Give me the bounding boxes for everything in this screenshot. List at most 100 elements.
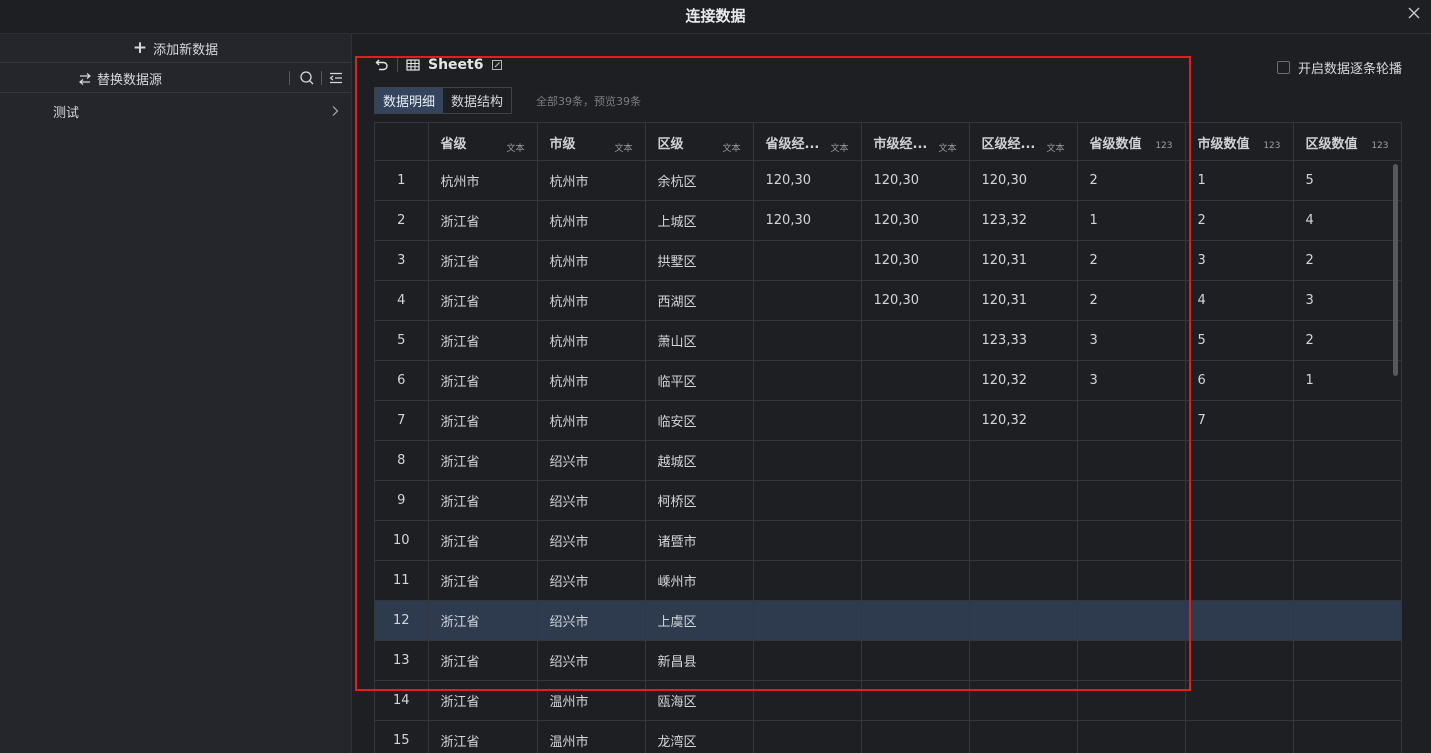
column-header[interactable]: 区级数值 123: [1293, 122, 1402, 161]
replace-source-button[interactable]: 替换数据源: [78, 69, 162, 88]
table-cell: [969, 680, 1078, 721]
table-row[interactable]: 7 浙江省 杭州市 临安区 120,32 7: [375, 400, 1402, 441]
table-cell: 新昌县: [645, 640, 754, 681]
column-header[interactable]: 省级 文本: [428, 122, 538, 161]
table-cell: 杭州市: [537, 160, 646, 201]
table-row[interactable]: 11 浙江省 绍兴市 嵊州市: [375, 560, 1402, 601]
replace-source-label: 替换数据源: [97, 73, 163, 88]
table-cell: [753, 360, 862, 401]
table-cell: 浙江省: [428, 600, 538, 641]
table-cell: 龙湾区: [645, 720, 754, 753]
column-header-label: 市级经...: [873, 137, 928, 152]
table-cell: 123,33: [969, 320, 1078, 361]
search-icon[interactable]: [299, 70, 315, 86]
table-row[interactable]: 3 浙江省 杭州市 拱墅区 120,30 120,31 2 3 2: [375, 240, 1402, 281]
table-cell: [861, 520, 970, 561]
table-cell: 温州市: [537, 720, 646, 753]
table-cell: 浙江省: [428, 360, 538, 401]
table-cell: [1293, 680, 1402, 721]
column-header-label: 省级: [440, 137, 467, 152]
undo-icon[interactable]: [375, 58, 389, 72]
table-cell: 120,31: [969, 280, 1078, 321]
table-cell: 杭州市: [537, 200, 646, 241]
table-cell: 2: [1293, 240, 1402, 281]
column-header-label: 区级数值: [1305, 137, 1358, 152]
table-row[interactable]: 15 浙江省 温州市 龙湾区: [375, 720, 1402, 753]
table-cell: [861, 360, 970, 401]
column-header[interactable]: 区级经... 文本: [969, 122, 1078, 161]
table-cell: 嵊州市: [645, 560, 754, 601]
column-type-icon: 文本: [938, 144, 957, 154]
vertical-scrollbar[interactable]: [1393, 164, 1398, 376]
table-cell: 绍兴市: [537, 440, 646, 481]
table-cell: 浙江省: [428, 400, 538, 441]
table-row[interactable]: 5 浙江省 杭州市 萧山区 123,33 3 5 2: [375, 320, 1402, 361]
table-cell: 杭州市: [537, 240, 646, 281]
table-cell: 杭州市: [428, 160, 538, 201]
table-cell: [1293, 480, 1402, 521]
table-cell: 2: [1185, 200, 1294, 241]
table-cell: 杭州市: [537, 360, 646, 401]
table-icon: [406, 59, 420, 71]
title-bar: 连接数据: [0, 0, 1431, 34]
carousel-checkbox[interactable]: [1276, 61, 1290, 74]
table-row[interactable]: 2 浙江省 杭州市 上城区 120,30 120,30 123,32 1 2 4: [375, 200, 1402, 241]
table-cell: [753, 520, 862, 561]
row-index: 12: [375, 600, 429, 641]
table-row[interactable]: 9 浙江省 绍兴市 柯桥区: [375, 480, 1402, 521]
column-header[interactable]: 省级数值 123: [1077, 122, 1186, 161]
table-cell: [861, 320, 970, 361]
table-cell: [969, 560, 1078, 601]
column-header-label: 省级经...: [765, 137, 820, 152]
table-cell: [1185, 680, 1294, 721]
table-row[interactable]: 6 浙江省 杭州市 临平区 120,32 3 6 1: [375, 360, 1402, 401]
column-header[interactable]: 市级经... 文本: [861, 122, 970, 161]
table-cell: [969, 720, 1078, 753]
table-cell: 杭州市: [537, 280, 646, 321]
divider: [397, 58, 398, 72]
column-header-label: 市级: [549, 137, 576, 152]
row-index: 7: [375, 400, 429, 441]
table-cell: 4: [1293, 200, 1402, 241]
collapse-list-icon[interactable]: [328, 70, 344, 86]
table-cell: [753, 440, 862, 481]
table-cell: [861, 480, 970, 521]
row-index: 4: [375, 280, 429, 321]
table-cell: [1185, 600, 1294, 641]
tab-data-detail[interactable]: 数据明细: [375, 88, 444, 113]
table-cell: 余杭区: [645, 160, 754, 201]
table-cell: 瓯海区: [645, 680, 754, 721]
column-header-label: 区级: [657, 137, 684, 152]
table-row[interactable]: 14 浙江省 温州市 瓯海区: [375, 680, 1402, 721]
tab-data-structure[interactable]: 数据结构: [443, 88, 511, 113]
table-cell: 4: [1185, 280, 1294, 321]
column-header[interactable]: 区级 文本: [645, 122, 754, 161]
replace-bar: 替换数据源: [0, 63, 351, 93]
table-cell: [753, 640, 862, 681]
table-row[interactable]: 8 浙江省 绍兴市 越城区: [375, 440, 1402, 481]
sidebar-item-test[interactable]: 测试: [0, 93, 351, 129]
column-type-icon: 123: [1371, 141, 1389, 151]
table-row[interactable]: 13 浙江省 绍兴市 新昌县: [375, 640, 1402, 681]
table-cell: 2: [1077, 240, 1186, 281]
column-type-icon: 文本: [722, 144, 741, 154]
table-cell: 浙江省: [428, 720, 538, 753]
row-index: 15: [375, 720, 429, 753]
edit-icon[interactable]: [491, 59, 503, 71]
data-table: 省级 文本 市级 文本 区级 文本 省级经... 文本 市级经... 文本 区级经... 文本 省级数值…: [374, 122, 1402, 753]
close-icon[interactable]: [1407, 6, 1421, 20]
carousel-toggle[interactable]: 开启数据逐条轮播: [1276, 58, 1402, 77]
table-cell: 杭州市: [537, 400, 646, 441]
table-cell: 绍兴市: [537, 600, 646, 641]
add-data-button[interactable]: + 添加新数据: [0, 34, 351, 63]
table-row[interactable]: 12 浙江省 绍兴市 上虞区: [375, 600, 1402, 641]
column-type-icon: 文本: [1046, 144, 1065, 154]
column-header[interactable]: 市级 文本: [537, 122, 646, 161]
column-header[interactable]: 省级经... 文本: [753, 122, 862, 161]
table-row[interactable]: 1 杭州市 杭州市 余杭区 120,30 120,30 120,30 2 1 5: [375, 160, 1402, 201]
table-row[interactable]: 10 浙江省 绍兴市 诸暨市: [375, 520, 1402, 561]
table-row[interactable]: 4 浙江省 杭州市 西湖区 120,30 120,31 2 4 3: [375, 280, 1402, 321]
table-cell: 120,30: [861, 280, 970, 321]
table-cell: [753, 600, 862, 641]
column-header[interactable]: 市级数值 123: [1185, 122, 1294, 161]
